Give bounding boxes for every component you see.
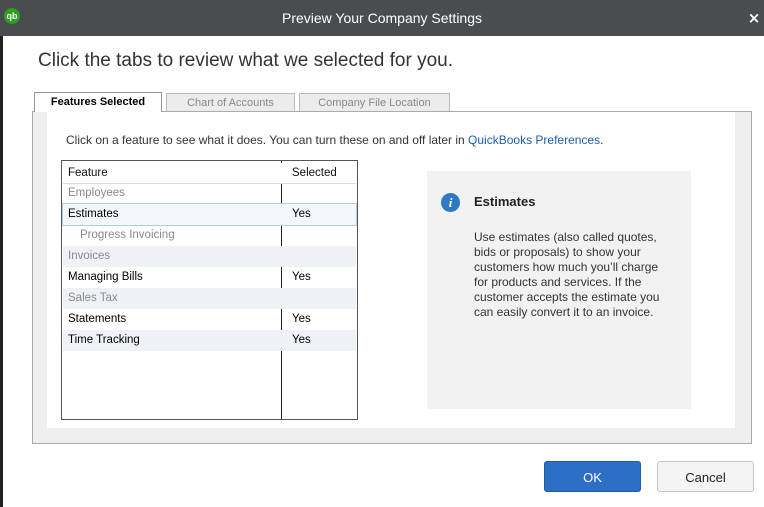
row-feature: Estimates — [68, 208, 119, 220]
tab-chart-of-accounts[interactable]: Chart of Accounts — [166, 93, 295, 111]
info-description: Use estimates (also called quotes, bids … — [474, 230, 660, 319]
close-button[interactable]: × — [744, 0, 764, 36]
row-selected: Yes — [292, 313, 311, 325]
info-title: Estimates — [474, 194, 536, 209]
table-header: Feature Selected — [63, 163, 356, 184]
window-title: Preview Your Company Settings — [282, 10, 482, 26]
header-selected: Selected — [292, 167, 337, 179]
intro-text-suffix: . — [600, 133, 604, 147]
table-row[interactable]: Managing Bills Yes — [63, 267, 356, 288]
window-border — [0, 36, 3, 507]
title-bar: qb Preview Your Company Settings × — [0, 0, 764, 36]
row-feature: Employees — [68, 187, 125, 199]
cancel-button[interactable]: Cancel — [657, 461, 754, 492]
table-row[interactable]: Time Tracking Yes — [63, 330, 356, 351]
header-feature: Feature — [68, 167, 108, 179]
quickbooks-preferences-link[interactable]: QuickBooks Preferences — [468, 133, 600, 147]
ok-button[interactable]: OK — [544, 461, 641, 492]
table-row[interactable]: Sales Tax — [63, 288, 356, 309]
row-feature: Managing Bills — [68, 271, 143, 283]
tab-company-file-location[interactable]: Company File Location — [299, 93, 450, 111]
feature-info-panel: i Estimates Use estimates (also called q… — [427, 171, 691, 409]
row-selected: Yes — [292, 271, 311, 283]
table-row[interactable]: Statements Yes — [63, 309, 356, 330]
intro-text: Click on a feature to see what it does. … — [66, 133, 603, 147]
table-row[interactable]: Estimates Yes — [62, 203, 357, 226]
page-heading: Click the tabs to review what we selecte… — [38, 50, 454, 71]
table-row[interactable]: Progress Invoicing — [63, 225, 356, 246]
row-feature: Progress Invoicing — [80, 229, 175, 241]
table-row[interactable]: Employees — [63, 183, 356, 204]
row-selected: Yes — [292, 334, 311, 346]
intro-text-body: Click on a feature to see what it does. … — [66, 133, 469, 147]
row-feature: Statements — [68, 313, 127, 325]
features-table: Feature Selected Employees Estimates Yes… — [61, 160, 358, 420]
tab-features-selected[interactable]: Features Selected — [34, 92, 162, 112]
row-feature: Time Tracking — [68, 334, 140, 346]
info-icon: i — [441, 193, 460, 212]
row-feature: Invoices — [68, 250, 111, 262]
row-feature: Sales Tax — [68, 292, 118, 304]
table-row[interactable]: Invoices — [63, 246, 356, 267]
row-selected: Yes — [292, 208, 311, 220]
